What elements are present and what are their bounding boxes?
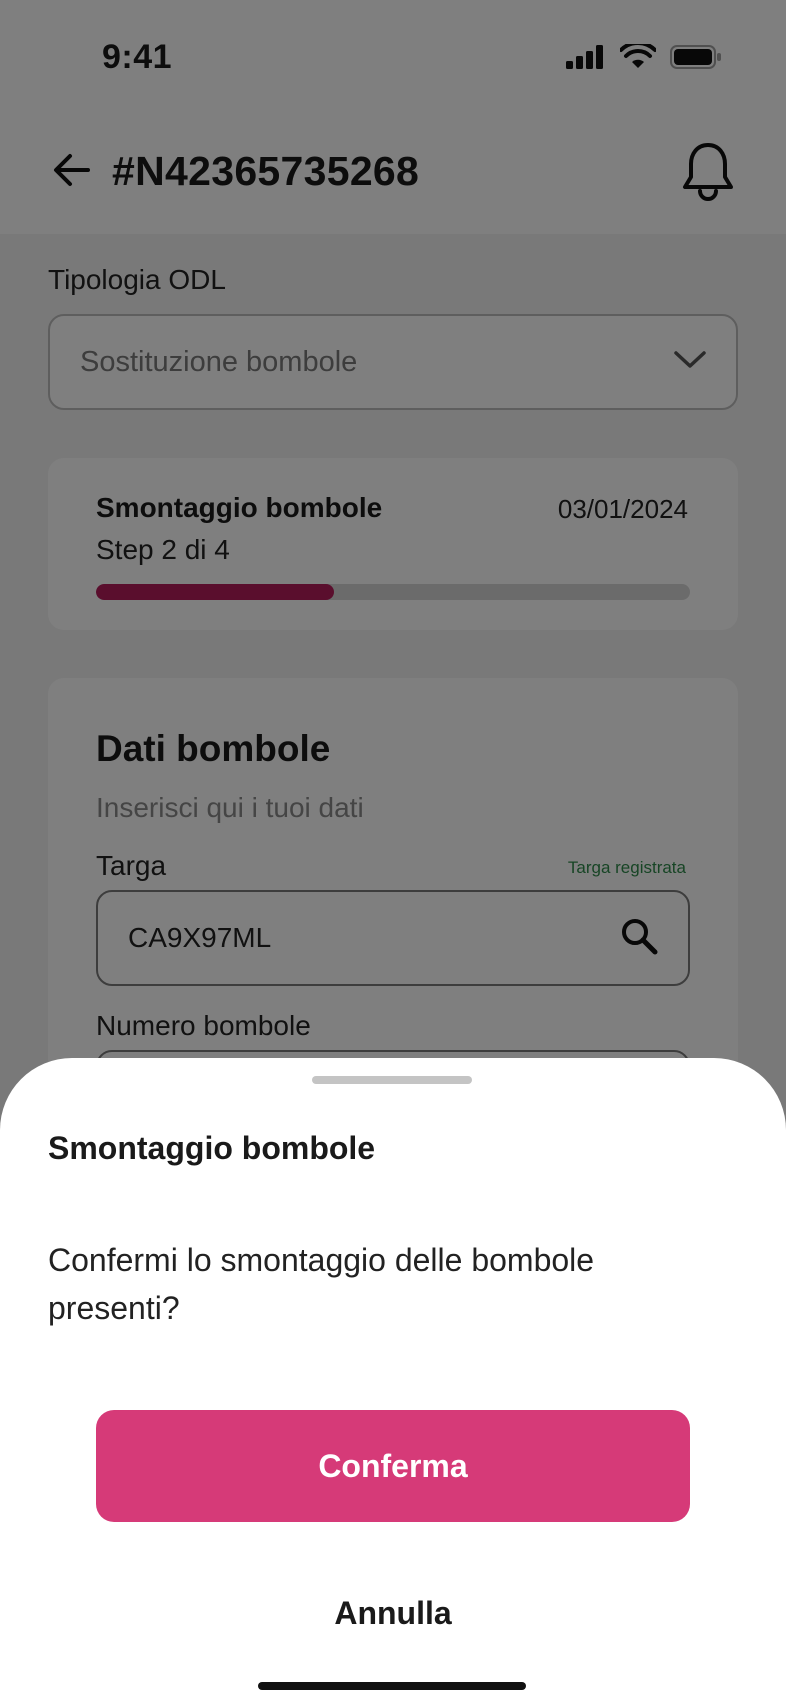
sheet-drag-handle[interactable] [312, 1076, 472, 1084]
confirm-button[interactable]: Conferma [96, 1410, 690, 1522]
home-indicator [258, 1682, 526, 1690]
sheet-title: Smontaggio bombole [48, 1130, 376, 1166]
confirmation-bottom-sheet: Smontaggio bombole Confermi lo smontaggi… [0, 1058, 786, 1704]
cancel-button[interactable]: Annulla [96, 1578, 690, 1648]
sheet-message: Confermi lo smontaggio delle bombole pre… [48, 1242, 595, 1326]
